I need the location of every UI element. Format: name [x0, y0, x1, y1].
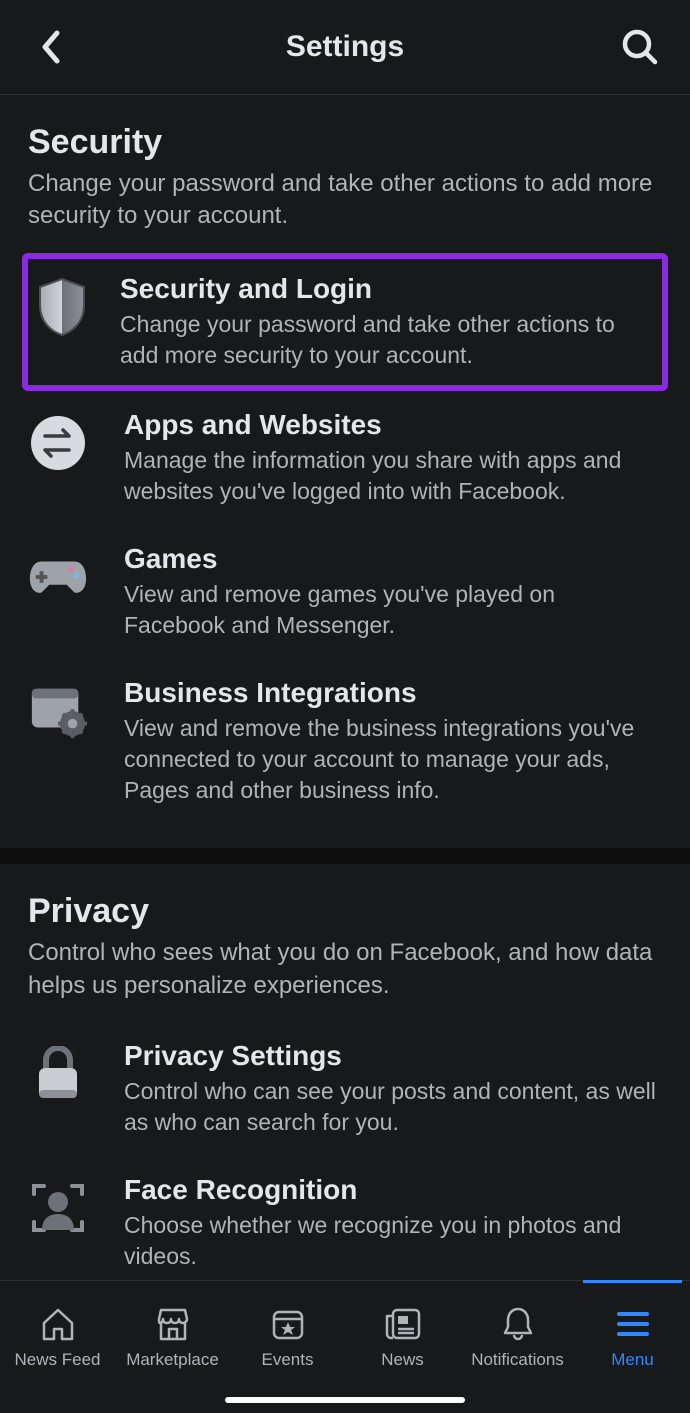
- shield-icon: [32, 277, 92, 337]
- item-business-integrations[interactable]: Business Integrations View and remove th…: [0, 659, 690, 824]
- section-title-privacy: Privacy: [28, 892, 662, 931]
- face-recognition-icon: [28, 1178, 88, 1238]
- section-divider: [0, 848, 690, 864]
- content: Security Change your password and take o…: [0, 95, 690, 1280]
- section-privacy-header: Privacy Control who sees what you do on …: [0, 864, 690, 1022]
- menu-icon: [615, 1304, 651, 1344]
- home-indicator[interactable]: [225, 1397, 465, 1403]
- privacy-items: Privacy Settings Control who can see you…: [0, 1022, 690, 1280]
- tab-label: Notifications: [471, 1350, 564, 1370]
- header: Settings: [0, 0, 690, 95]
- item-title: Apps and Websites: [124, 409, 662, 441]
- lock-icon: [28, 1044, 88, 1104]
- tab-notifications[interactable]: Notifications: [460, 1281, 575, 1393]
- tab-label: News: [381, 1350, 424, 1370]
- item-desc: Change your password and take other acti…: [120, 309, 656, 371]
- item-title: Games: [124, 543, 662, 575]
- item-desc: View and remove the business integration…: [124, 713, 662, 806]
- item-face-recognition[interactable]: Face Recognition Choose whether we recog…: [0, 1156, 690, 1280]
- tab-label: Events: [262, 1350, 314, 1370]
- section-desc-privacy: Control who sees what you do on Facebook…: [28, 937, 662, 1002]
- tab-news[interactable]: News: [345, 1281, 460, 1393]
- tab-events[interactable]: Events: [230, 1281, 345, 1393]
- item-title: Face Recognition: [124, 1174, 662, 1206]
- item-security-and-login[interactable]: Security and Login Change your password …: [22, 253, 668, 391]
- page-title: Settings: [72, 30, 618, 64]
- security-items: Security and Login Change your password …: [0, 253, 690, 848]
- tab-label: News Feed: [15, 1350, 101, 1370]
- tab-marketplace[interactable]: Marketplace: [115, 1281, 230, 1393]
- tab-label: Menu: [611, 1350, 654, 1370]
- news-icon: [383, 1304, 423, 1344]
- section-desc-security: Change your password and take other acti…: [28, 168, 662, 233]
- item-desc: Manage the information you share with ap…: [124, 445, 662, 507]
- home-icon: [39, 1304, 77, 1344]
- item-title: Security and Login: [120, 273, 656, 305]
- search-button[interactable]: [618, 25, 662, 69]
- tab-label: Marketplace: [126, 1350, 219, 1370]
- item-games[interactable]: Games View and remove games you've playe…: [0, 525, 690, 659]
- item-desc: View and remove games you've played on F…: [124, 579, 662, 641]
- item-desc: Choose whether we recognize you in photo…: [124, 1210, 662, 1272]
- tab-news-feed[interactable]: News Feed: [0, 1281, 115, 1393]
- business-gear-icon: [28, 681, 88, 741]
- item-desc: Control who can see your posts and conte…: [124, 1076, 662, 1138]
- item-apps-and-websites[interactable]: Apps and Websites Manage the information…: [0, 391, 690, 525]
- item-title: Privacy Settings: [124, 1040, 662, 1072]
- section-security-header: Security Change your password and take o…: [0, 95, 690, 253]
- bell-icon: [501, 1304, 535, 1344]
- search-icon: [621, 28, 659, 66]
- section-title-security: Security: [28, 123, 662, 162]
- events-icon: [270, 1304, 306, 1344]
- tab-menu[interactable]: Menu: [575, 1281, 690, 1393]
- bottom-tab-bar: News Feed Marketplace Events News Notifi…: [0, 1280, 690, 1413]
- chevron-left-icon: [39, 29, 61, 65]
- back-button[interactable]: [28, 25, 72, 69]
- marketplace-icon: [153, 1304, 193, 1344]
- swap-arrows-icon: [28, 413, 88, 473]
- item-privacy-settings[interactable]: Privacy Settings Control who can see you…: [0, 1022, 690, 1156]
- item-title: Business Integrations: [124, 677, 662, 709]
- gamepad-icon: [28, 547, 88, 607]
